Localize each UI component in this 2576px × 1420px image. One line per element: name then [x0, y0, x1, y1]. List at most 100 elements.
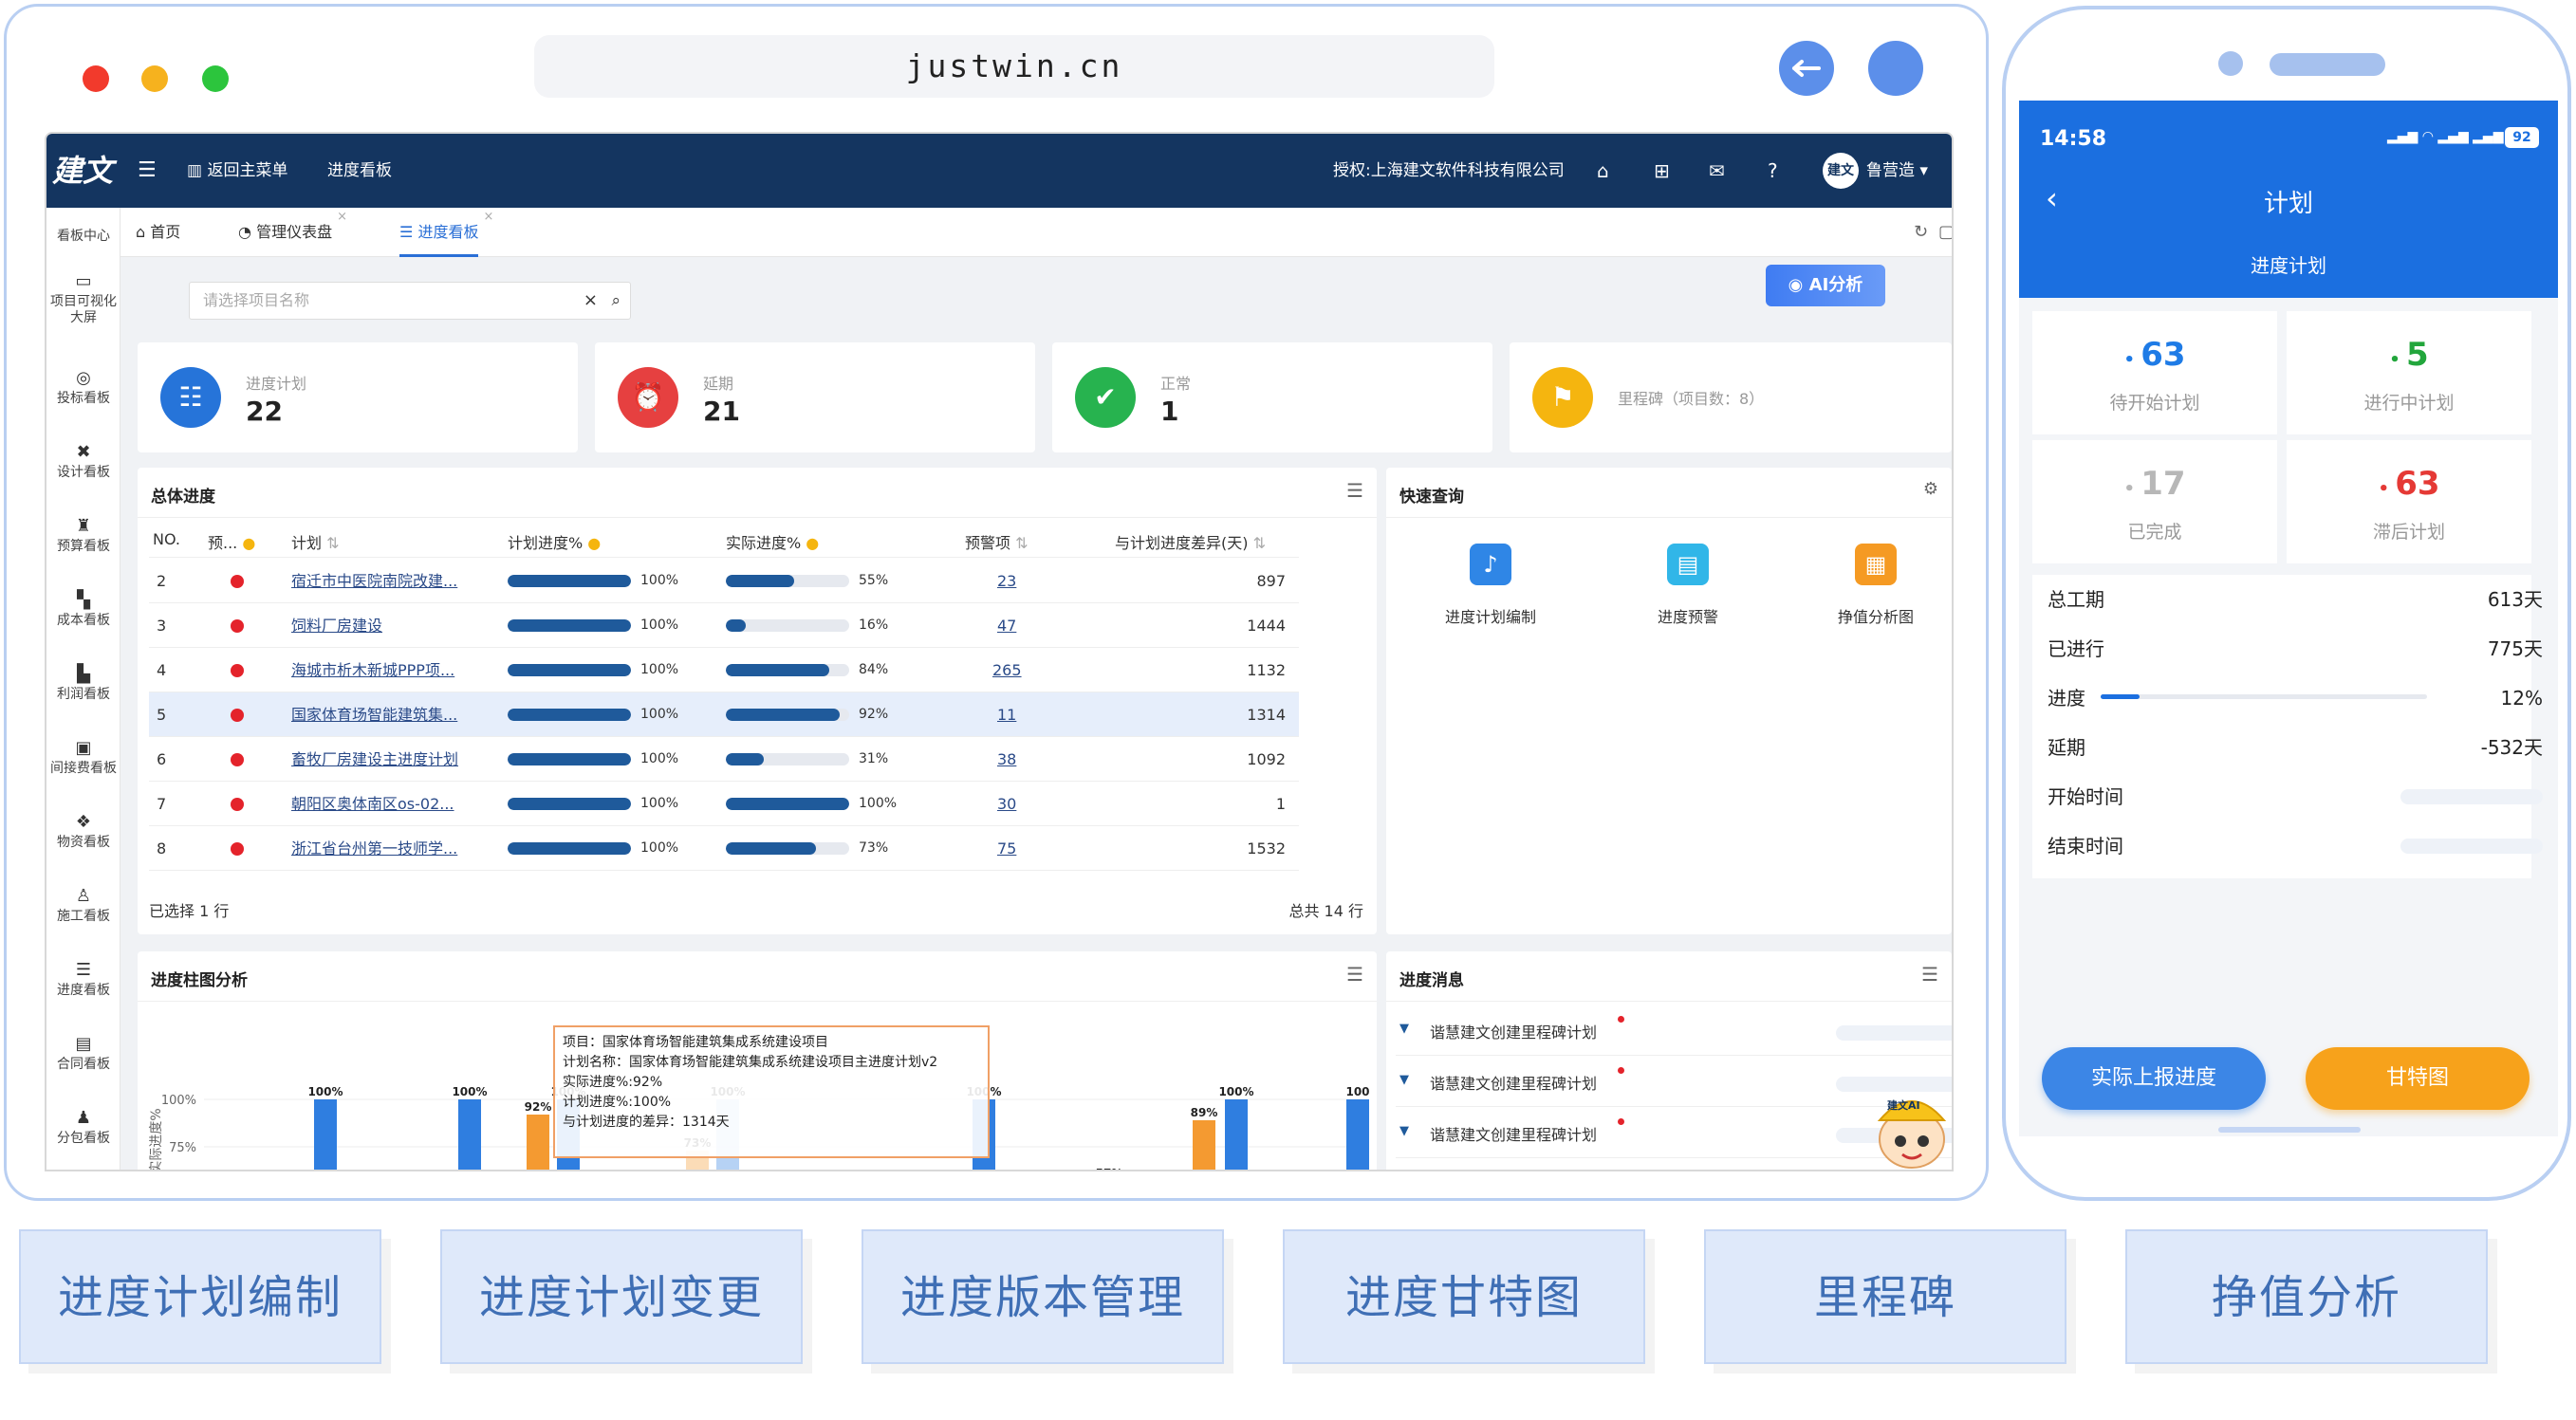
close-tab-icon[interactable]: ×: [484, 193, 494, 242]
maximize-window-icon[interactable]: [202, 65, 229, 92]
menu-icon[interactable]: ☰: [1346, 479, 1363, 502]
quick-earned-value[interactable]: ▦ 挣值分析图: [1800, 544, 1952, 627]
plan-link[interactable]: 畜牧厂房建设主进度计划: [291, 737, 458, 782]
phone-card-done[interactable]: • 17 已完成: [2032, 440, 2277, 563]
quick-progress-warning[interactable]: ▤ 进度预警: [1612, 544, 1764, 627]
sidebar-item-budget[interactable]: ♜ 预算看板: [46, 517, 120, 555]
tab-home[interactable]: ⌂ 首页: [136, 208, 180, 257]
sidebar-item-dashboard-center[interactable]: 看板中心: [46, 229, 120, 245]
sidebar-item-indirect-fee[interactable]: ▣ 间接费看板: [46, 739, 120, 777]
warning-count-link[interactable]: 23: [997, 559, 1016, 603]
stat-card-plans[interactable]: ☷ 进度计划 22: [138, 342, 578, 452]
plan-link[interactable]: 朝阳区奥体南区os-02...: [291, 782, 454, 826]
warning-count-link[interactable]: 30: [997, 782, 1016, 826]
col-plan-progress[interactable]: 计划进度% ●: [508, 530, 601, 553]
phone-card-lagging[interactable]: • 63 滞后计划: [2287, 440, 2531, 563]
quick-plan-compile[interactable]: ♪ 进度计划编制: [1415, 544, 1566, 627]
ai-mascot[interactable]: 建文AI: [1872, 1082, 1952, 1170]
gantt-button[interactable]: 甘特图: [2306, 1047, 2530, 1110]
warning-count-link[interactable]: 38: [997, 737, 1016, 782]
warning-dot-icon: [231, 575, 244, 588]
stat-card-delayed[interactable]: ⏰ 延期 21: [595, 342, 1035, 452]
sidebar-item-bidding[interactable]: ◎ 投标看板: [46, 369, 120, 407]
sidebar-item-material[interactable]: ❖ 物资看板: [46, 813, 120, 851]
bell-icon: ♪: [1470, 544, 1511, 585]
plan-link[interactable]: 饲料厂房建设: [291, 603, 382, 648]
org-tree-icon[interactable]: ⊞: [1654, 134, 1670, 208]
table-row[interactable]: 7 朝阳区奥体南区os-02... 100% 100% 30 1: [149, 782, 1299, 826]
minimize-window-icon[interactable]: [141, 65, 168, 92]
project-search-input[interactable]: 请选择项目名称 × ⌕: [189, 282, 631, 320]
plan-link[interactable]: 宿迁市中医院南院改建...: [291, 559, 457, 603]
search-icon[interactable]: ⌕: [611, 283, 621, 319]
sidebar-item-progress[interactable]: ☰ 进度看板: [46, 961, 120, 999]
avatar[interactable]: 建文: [1823, 153, 1859, 189]
warning-count-link[interactable]: 75: [997, 826, 1016, 871]
close-tab-icon[interactable]: ×: [337, 193, 347, 242]
profile-circle-icon[interactable]: [1868, 41, 1923, 96]
message-item[interactable]: ▼ 谐慧建文创建里程碑计划: [1396, 1056, 1952, 1107]
menu-icon[interactable]: ☰: [1921, 963, 1938, 986]
ai-analysis-button[interactable]: ◉ AI分析: [1766, 265, 1885, 306]
warning-count-link[interactable]: 11: [997, 692, 1016, 737]
stat-card-normal[interactable]: ✔ 正常 1: [1052, 342, 1492, 452]
feature-plan-compile[interactable]: 进度计划编制: [19, 1229, 381, 1364]
clear-icon[interactable]: ×: [584, 283, 598, 319]
col-diff-days[interactable]: 与计划进度差异(天) ⇅: [1115, 530, 1266, 553]
tab-management-dashboard[interactable]: ◔ 管理仪表盘 ×: [238, 208, 347, 257]
y-tick-label: 75%: [169, 1141, 196, 1155]
phone-card-pending[interactable]: • 63 待开始计划: [2032, 311, 2277, 434]
message-item[interactable]: ▼ 谐慧建文创建里程碑计划: [1396, 1107, 1952, 1158]
table-row[interactable]: 6 畜牧厂房建设主进度计划 100% 31% 38 1092: [149, 737, 1299, 782]
detail-start-time: 开始时间: [2048, 772, 2543, 821]
back-arrow-icon[interactable]: [1779, 41, 1834, 96]
feature-gantt[interactable]: 进度甘特图: [1283, 1229, 1645, 1364]
refresh-icon[interactable]: ↻: [1914, 208, 1928, 257]
feature-version-management[interactable]: 进度版本管理: [862, 1229, 1224, 1364]
help-icon[interactable]: ?: [1768, 134, 1778, 208]
warning-count-link[interactable]: 47: [997, 603, 1016, 648]
sidebar-item-subcontract[interactable]: ♟ 分包看板: [46, 1109, 120, 1147]
warning-count-link[interactable]: 265: [992, 648, 1022, 692]
col-warnings[interactable]: 预警项 ⇅: [965, 530, 1029, 553]
stat-card-milestone[interactable]: ⚑ 里程碑（项目数：8）: [1510, 342, 1952, 452]
sidebar-item-cost[interactable]: ▚ 成本看板: [46, 591, 120, 629]
feature-plan-change[interactable]: 进度计划变更: [440, 1229, 803, 1364]
tab-progress-board[interactable]: ☰ 进度看板 ×: [399, 208, 493, 257]
home-icon[interactable]: ⌂: [1597, 134, 1609, 208]
feature-milestone[interactable]: 里程碑: [1704, 1229, 2066, 1364]
phone-card-in-progress[interactable]: • 5 进行中计划: [2287, 311, 2531, 434]
sidebar-item-visual-screen[interactable]: ▭ 项目可视化大屏: [46, 272, 120, 326]
sidebar-item-design[interactable]: ✖ 设计看板: [46, 443, 120, 481]
table-row[interactable]: 3 饲料厂房建设 100% 16% 47 1444: [149, 603, 1299, 648]
message-item[interactable]: ▼ 谐慧建文创建里程碑计划: [1396, 1005, 1952, 1056]
doc-icon: ▤: [1667, 544, 1709, 585]
fullscreen-icon[interactable]: ▢: [1938, 208, 1952, 257]
back-to-menu-link[interactable]: ▥ 返回主菜单: [187, 134, 287, 208]
detail-total-duration: 总工期 613天: [2048, 588, 2543, 611]
col-plan[interactable]: 计划 ⇅: [291, 530, 340, 553]
report-progress-button[interactable]: 实际上报进度: [2042, 1047, 2266, 1110]
plan-progress-bar: [508, 842, 631, 855]
plan-link[interactable]: 海城市析木新城PPP项...: [291, 648, 454, 692]
menu-toggle-icon[interactable]: ☰: [138, 134, 157, 208]
sidebar-item-contract[interactable]: ▤ 合同看板: [46, 1035, 120, 1073]
col-warning[interactable]: 预... ●: [208, 530, 255, 553]
table-row[interactable]: 2 宿迁市中医院南院改建... 100% 55% 23 897: [149, 559, 1299, 603]
cost-icon: ▚: [77, 590, 90, 610]
list-icon: ☰: [399, 223, 414, 241]
sidebar-item-construction[interactable]: ♙ 施工看板: [46, 887, 120, 925]
sidebar-item-profit[interactable]: ▙ 利润看板: [46, 665, 120, 703]
url-bar[interactable]: justwin.cn: [534, 35, 1494, 98]
feature-earned-value[interactable]: 挣值分析: [2125, 1229, 2488, 1364]
table-row[interactable]: 8 浙江省台州第一技师学... 100% 73% 75 1532: [149, 826, 1299, 871]
plan-link[interactable]: 浙江省台州第一技师学...: [291, 826, 457, 871]
plan-link[interactable]: 国家体育场智能建筑集...: [291, 692, 457, 737]
settings-gear-icon[interactable]: ⚙: [1923, 479, 1938, 499]
table-row[interactable]: 5 国家体育场智能建筑集... 100% 92% 11 1314: [149, 692, 1299, 737]
chat-icon[interactable]: ✉: [1709, 134, 1725, 208]
close-window-icon[interactable]: [83, 65, 109, 92]
user-menu[interactable]: 鲁营造 ▾: [1866, 134, 1928, 208]
table-row[interactable]: 4 海城市析木新城PPP项... 100% 84% 265 1132: [149, 648, 1299, 692]
col-actual-progress[interactable]: 实际进度% ●: [726, 530, 819, 553]
